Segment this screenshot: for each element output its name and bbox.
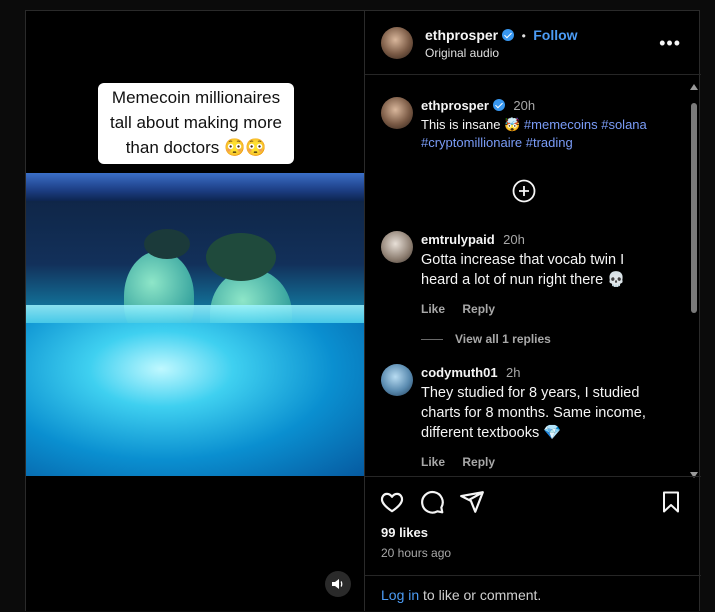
divider-line	[421, 339, 443, 341]
comment-time: 2h	[506, 365, 521, 380]
separator-dot: •	[521, 29, 526, 43]
caption-avatar[interactable]	[381, 97, 413, 129]
post-side-panel: ethprosper • Follow Original audio ••• e…	[364, 11, 701, 611]
scene-ceiling	[26, 173, 364, 201]
post-modal: Memecoin millionaires tall about making …	[25, 10, 701, 611]
post-actions: 99 likes 20 hours ago Log in to like or …	[365, 476, 701, 611]
speaker-icon	[332, 579, 343, 589]
login-prompt: Log in to like or comment.	[365, 575, 701, 612]
login-prompt-text: to like or comment.	[419, 587, 542, 603]
video-frame	[26, 173, 364, 476]
caption-hashtags[interactable]: #cryptomillionaire #trading	[421, 135, 573, 150]
comment-avatar[interactable]	[381, 231, 413, 263]
comment-line: Gotta increase that vocab twin I	[421, 252, 625, 268]
pool-water	[26, 323, 364, 476]
comments-scrollbar[interactable]	[689, 83, 699, 479]
more-options-icon[interactable]: •••	[659, 33, 681, 54]
audio-link[interactable]: Original audio	[425, 46, 499, 60]
post-header: ethprosper • Follow Original audio •••	[365, 11, 701, 75]
comment-reply-button[interactable]: Reply	[462, 302, 495, 316]
caption-line: tall about making more	[110, 113, 282, 132]
comment-avatar[interactable]	[381, 364, 413, 396]
author-avatar[interactable]	[381, 27, 413, 59]
share-icon[interactable]	[459, 489, 485, 515]
verified-badge-icon	[502, 29, 515, 41]
comment-text: Gotta increase that vocab twin I heard a…	[421, 250, 691, 290]
caption-line: Memecoin millionaires	[111, 88, 281, 107]
author-username[interactable]: ethprosper	[425, 27, 498, 43]
caption-hashtags[interactable]: #memecoins #solana	[524, 117, 647, 132]
comment-line: heard a lot of nun right there 💀	[421, 272, 626, 288]
scrollbar-thumb[interactable]	[691, 103, 697, 313]
view-replies-button[interactable]: View all 1 replies	[421, 332, 691, 346]
video-caption: Memecoin millionaires tall about making …	[98, 83, 294, 164]
caption-username[interactable]: ethprosper	[421, 98, 489, 113]
bookmark-icon[interactable]	[659, 489, 683, 515]
caption-time: 20h	[513, 98, 536, 113]
comment-icon[interactable]	[419, 489, 445, 515]
comment-username[interactable]: codymuth01	[421, 365, 498, 380]
comment-line: They studied for 8 years, I studied	[421, 385, 640, 401]
plus-circle-icon	[512, 179, 536, 203]
hair-right	[206, 233, 276, 281]
comment-like-button[interactable]: Like	[421, 302, 445, 316]
view-replies-label: View all 1 replies	[455, 332, 551, 346]
comments-list[interactable]: ethprosper 20h This is insane 🤯 #memecoi…	[365, 75, 701, 475]
post-time-ago: 20 hours ago	[381, 546, 452, 560]
comment-time: 20h	[503, 232, 525, 247]
hair-left	[144, 229, 190, 259]
sound-toggle-button[interactable]	[325, 571, 351, 597]
caption-line: than doctors 😳😳	[125, 138, 267, 157]
comment-line: different textbooks 💎	[421, 425, 562, 441]
load-more-comments-button[interactable]	[512, 179, 536, 203]
comment-line: charts for 8 months. Same income,	[421, 405, 646, 421]
comment-username[interactable]: emtrulypaid	[421, 232, 495, 247]
verified-badge-icon	[492, 99, 505, 111]
comment-reply-button[interactable]: Reply	[462, 455, 495, 469]
comment-like-button[interactable]: Like	[421, 455, 445, 469]
likes-count[interactable]: 99 likes	[381, 525, 428, 540]
login-link[interactable]: Log in	[381, 587, 419, 603]
video-player[interactable]: Memecoin millionaires tall about making …	[26, 11, 364, 611]
pool-rim	[26, 305, 364, 323]
scroll-up-icon[interactable]	[689, 83, 699, 91]
heart-icon[interactable]	[379, 489, 405, 515]
follow-button[interactable]: Follow	[533, 27, 577, 43]
comment-text: They studied for 8 years, I studied char…	[421, 383, 691, 443]
caption-text: This is insane 🤯	[421, 117, 521, 132]
